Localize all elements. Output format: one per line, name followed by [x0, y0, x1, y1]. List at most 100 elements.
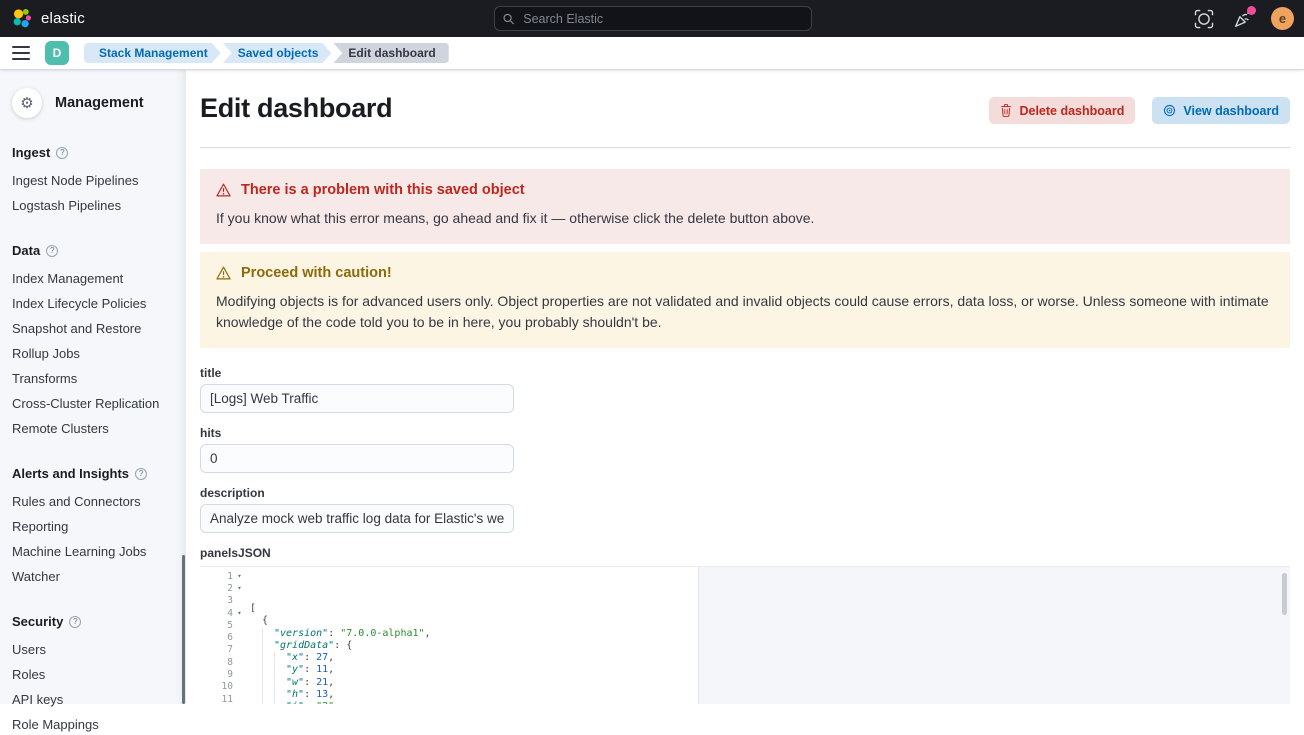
breadcrumb: Stack ManagementSaved objectsEdit dashbo…	[84, 43, 449, 63]
nav-section-data: Data? Index Management Index Lifecycle Pol…	[12, 243, 172, 439]
editor-line-number: 7	[200, 644, 246, 656]
caution-callout: Proceed with caution! Modifying objects …	[200, 252, 1290, 348]
management-sidebar: ⚙ Management Ingest? Ingest Node Pipeline…	[0, 70, 186, 704]
warning-triangle-icon	[216, 266, 231, 280]
editor-line-number: 4▾	[200, 607, 246, 619]
sidebar-item-logstash-pipelines[interactable]: Logstash Pipelines	[12, 194, 172, 216]
editor-line-number: 10	[200, 681, 246, 693]
sidebar-item-machine-learning-jobs[interactable]: Machine Learning Jobs	[12, 540, 172, 562]
hits-field-label: hits	[200, 426, 1290, 440]
search-icon	[503, 13, 514, 25]
editor-line-number: 9	[200, 668, 246, 680]
editor-line-number: 2▾	[200, 582, 246, 594]
sidebar-item-users[interactable]: Users	[12, 638, 172, 660]
trash-icon	[1000, 104, 1012, 117]
newsfeed-button[interactable]	[1232, 8, 1254, 30]
code-line: "version": "7.0.0-alpha1",	[250, 628, 1290, 640]
hits-input[interactable]	[200, 444, 514, 473]
warning-triangle-icon	[216, 183, 231, 197]
sidebar-item-api-keys[interactable]: API keys	[12, 688, 172, 710]
gear-icon: ⚙	[12, 88, 42, 118]
description-field-label: description	[200, 486, 1290, 500]
description-input[interactable]	[200, 504, 514, 533]
deployment-button[interactable]	[1193, 8, 1215, 30]
code-line: "gridData": {	[250, 640, 1290, 652]
menu-hamburger-icon[interactable]	[12, 46, 30, 60]
sidebar-item-watcher[interactable]: Watcher	[12, 565, 172, 587]
sidebar-item-rules-and-connectors[interactable]: Rules and Connectors	[12, 490, 172, 512]
title-input[interactable]	[200, 384, 514, 413]
sidebar-item-role-mappings[interactable]: Role Mappings	[12, 713, 172, 735]
top-header-bar: elastic	[0, 0, 1304, 37]
breadcrumb-saved-objects[interactable]: Saved objects	[223, 43, 332, 63]
main-content: Edit dashboard Delete dashboard	[186, 70, 1304, 704]
sidebar-item-index-management[interactable]: Index Management	[12, 267, 172, 289]
delete-dashboard-button[interactable]: Delete dashboard	[989, 97, 1135, 124]
delete-dashboard-label: Delete dashboard	[1019, 104, 1124, 118]
sidebar-scrollbar[interactable]	[182, 555, 185, 704]
error-callout-title: There is a problem with this saved objec…	[241, 182, 525, 198]
breadcrumb-edit-dashboard: Edit dashboard	[333, 43, 448, 63]
editor-line-number: 1▾	[200, 570, 246, 582]
search-input[interactable]	[521, 11, 803, 27]
title-field-label: title	[200, 366, 1290, 380]
nav-section-title: Data?	[12, 243, 172, 258]
view-dashboard-button[interactable]: View dashboard	[1152, 97, 1290, 124]
sidebar-item-transforms[interactable]: Transforms	[12, 367, 172, 389]
error-callout-body: If you know what this error means, go ah…	[216, 208, 1274, 229]
header-divider	[200, 147, 1290, 148]
view-dashboard-label: View dashboard	[1183, 104, 1279, 118]
panelsjson-label: panelsJSON	[200, 546, 1290, 560]
editor-line-number: 6	[200, 631, 246, 643]
editor-line-number: 8	[200, 656, 246, 668]
error-callout: There is a problem with this saved objec…	[200, 169, 1290, 244]
nav-section-ingest: Ingest? Ingest Node Pipelines Logstash Pip…	[12, 145, 172, 216]
sidebar-item-index-lifecycle-policies[interactable]: Index Lifecycle Policies	[12, 292, 172, 314]
global-search[interactable]	[494, 6, 812, 31]
editor-line-number: 5	[200, 619, 246, 631]
page-title: Edit dashboard	[200, 93, 989, 124]
elastic-logo-icon	[12, 8, 33, 29]
sidebar-header: ⚙ Management	[12, 88, 172, 118]
help-icon: ?	[135, 468, 147, 480]
breadcrumb-stack-management[interactable]: Stack Management	[84, 43, 221, 63]
user-avatar[interactable]: e	[1271, 7, 1294, 30]
sidebar-title: Management	[55, 95, 144, 111]
editor-scrollbar[interactable]	[1282, 573, 1287, 615]
editor-line-number: 11	[200, 693, 246, 704]
sidebar-item-rollup-jobs[interactable]: Rollup Jobs	[12, 342, 172, 364]
code-line: "x": 27,	[250, 652, 1290, 664]
breadcrumb-bar: D Stack ManagementSaved objectsEdit dash…	[0, 37, 1304, 70]
sidebar-item-ingest-node-pipelines[interactable]: Ingest Node Pipelines	[12, 169, 172, 191]
sidebar-item-snapshot-and-restore[interactable]: Snapshot and Restore	[12, 317, 172, 339]
nav-section-security: Security? Users Roles API keys Role Mappings	[12, 614, 172, 735]
help-icon: ?	[56, 147, 68, 159]
nav-section-title: Alerts and Insights?	[12, 466, 172, 481]
caution-callout-body: Modifying objects is for advanced users …	[216, 291, 1274, 333]
space-badge[interactable]: D	[45, 41, 69, 65]
code-line: "y": 11,	[250, 664, 1290, 676]
nav-section-title: Security?	[12, 614, 172, 629]
notification-dot	[1247, 6, 1256, 15]
help-icon: ?	[69, 616, 81, 628]
code-line: [	[250, 603, 1290, 615]
deployment-icon	[1194, 9, 1214, 29]
sidebar-item-roles[interactable]: Roles	[12, 663, 172, 685]
nav-section-title: Ingest?	[12, 145, 172, 160]
editor-line-number: 3	[200, 595, 246, 607]
sidebar-item-remote-clusters[interactable]: Remote Clusters	[12, 417, 172, 439]
editor-gutter: 1▾2▾34▾56789101112▾13▾14▾	[200, 567, 246, 704]
code-line: "w": 21,	[250, 677, 1290, 689]
eye-icon	[1163, 104, 1176, 117]
code-line: {	[250, 615, 1290, 627]
code-line: "h": 13,	[250, 689, 1290, 701]
panelsjson-editor[interactable]: 1▾2▾34▾56789101112▾13▾14▾ [ { "version":…	[200, 566, 1290, 704]
help-icon: ?	[46, 245, 58, 257]
elastic-logo[interactable]: elastic	[12, 8, 232, 29]
editor-code[interactable]: [ { "version": "7.0.0-alpha1", "gridData…	[246, 567, 1290, 704]
caution-callout-title: Proceed with caution!	[241, 265, 392, 281]
nav-section-alerts-and-insights: Alerts and Insights? Rules and Connectors…	[12, 466, 172, 587]
brand-name: elastic	[41, 10, 85, 27]
sidebar-item-cross-cluster-replication[interactable]: Cross-Cluster Replication	[12, 392, 172, 414]
sidebar-item-reporting[interactable]: Reporting	[12, 515, 172, 537]
